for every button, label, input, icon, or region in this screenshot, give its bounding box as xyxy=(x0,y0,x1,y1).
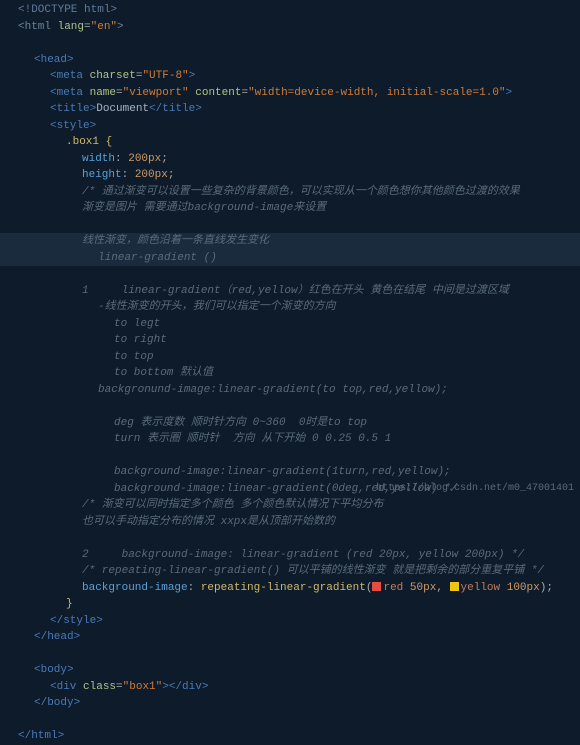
code-line-highlighted: 线性渐变，颜色沿着一条直线发生变化 xyxy=(0,233,580,250)
code-line: -线性渐变的开头，我们可以指定一个渐变的方向 xyxy=(0,299,580,316)
code-line: 渐变是图片 需要通过background-image来设置 xyxy=(0,200,580,217)
code-line: <style> xyxy=(0,118,580,135)
code-line: </head> xyxy=(0,629,580,646)
code-line: to right xyxy=(0,332,580,349)
code-line: </html> xyxy=(0,728,580,745)
code-line: to legt xyxy=(0,316,580,333)
code-line: <html lang="en"> xyxy=(0,19,580,36)
code-line: </body> xyxy=(0,695,580,712)
code-line: <title>Document</title> xyxy=(0,101,580,118)
code-line xyxy=(0,448,580,465)
code-line: 1 linear-gradient（red,yellow）红色在开头 黄色在结尾… xyxy=(0,283,580,300)
code-line xyxy=(0,266,580,283)
code-line: /* 渐变可以同时指定多个颜色 多个颜色默认情况下平均分布 xyxy=(0,497,580,514)
code-line: </style> xyxy=(0,613,580,630)
code-line: to top xyxy=(0,349,580,366)
code-line: height: 200px; xyxy=(0,167,580,184)
code-editor[interactable]: <!DOCTYPE html> <html lang="en"> <head> … xyxy=(0,0,580,745)
code-line: background-image: repeating-linear-gradi… xyxy=(0,580,580,597)
code-line-highlighted: linear-gradient () xyxy=(0,250,580,267)
code-line: deg 表示度数 顺时针方向 0~360 0时是to top xyxy=(0,415,580,432)
code-line: turn 表示圈 顺时针 方向 从下开始 0 0.25 0.5 1 xyxy=(0,431,580,448)
code-line: .box1 { xyxy=(0,134,580,151)
code-line: /* 通过渐变可以设置一些复杂的背景颜色，可以实现从一个颜色想你其他颜色过渡的效… xyxy=(0,184,580,201)
watermark-text: https://blog.csdn.net/m0_47001401 xyxy=(376,481,574,496)
code-line xyxy=(0,217,580,234)
code-line: <meta charset="UTF-8"> xyxy=(0,68,580,85)
code-line: <div class="box1"></div> xyxy=(0,679,580,696)
color-swatch-yellow xyxy=(450,582,459,591)
code-line: background-image:linear-gradient(1turn,r… xyxy=(0,464,580,481)
code-line: 2 background-image: linear-gradient (red… xyxy=(0,547,580,564)
code-line xyxy=(0,646,580,663)
code-line xyxy=(0,530,580,547)
code-line xyxy=(0,712,580,729)
code-line: 也可以手动指定分布的情况 xxpx是从顶部开始数的 xyxy=(0,514,580,531)
code-line: } xyxy=(0,596,580,613)
code-line: to bottom 默认值 xyxy=(0,365,580,382)
code-line: width: 200px; xyxy=(0,151,580,168)
code-line: <body> xyxy=(0,662,580,679)
code-line: /* repeating-linear-gradient() 可以平铺的线性渐变… xyxy=(0,563,580,580)
color-swatch-red xyxy=(372,582,381,591)
code-line: <!DOCTYPE html> xyxy=(0,2,580,19)
code-line xyxy=(0,398,580,415)
code-line: <meta name="viewport" content="width=dev… xyxy=(0,85,580,102)
code-line xyxy=(0,35,580,52)
code-line: backgronund-image:linear-gradient(to top… xyxy=(0,382,580,399)
code-line: <head> xyxy=(0,52,580,69)
